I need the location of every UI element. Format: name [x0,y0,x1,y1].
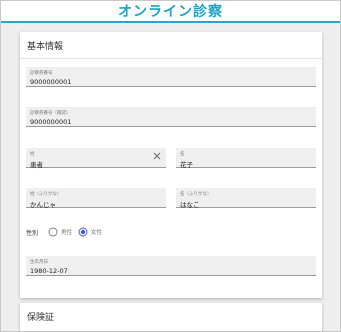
field-label: 名 [180,152,185,157]
gender-radio-female[interactable] [78,227,88,237]
gender-option-male-label: 男性 [61,230,73,236]
patient-card-number-field[interactable]: 診察券番号 9000000001 [26,67,316,87]
patient-card-number-confirm-field[interactable]: 診察券番号（確認） 9000000001 [26,107,316,127]
app-title: オンライン診察 [118,4,223,20]
gender-label: 性別 [26,230,39,237]
last-name-kana-field[interactable]: 姓（ふりがな） かんじゃ [26,188,166,209]
field-label: 生年月日 [30,260,48,265]
app-frame: オンライン診察 基本情報 診察券番号 9000000001 診察券番号（確認） … [0,0,341,332]
field-value: 患者 [30,161,43,169]
divider [20,58,322,59]
field-label: 診察券番号（確認） [30,111,71,116]
first-name-kana-field[interactable]: 名（ふりがな） はなこ [176,188,316,209]
birthdate-field[interactable]: 生年月日 1980-12-07 [26,256,316,276]
last-name-field[interactable]: 姓 患者 [26,148,166,169]
gender-option-female-label: 女性 [91,230,103,236]
gender-radio-male[interactable] [48,227,58,237]
field-value: 9000000001 [30,78,72,86]
first-name-field[interactable]: 名 花子 [176,148,316,169]
close-icon[interactable] [153,152,161,160]
basic-info-card: 基本情報 診察券番号 9000000001 診察券番号（確認） 90000000… [20,32,322,298]
field-label: 診察券番号 [30,71,53,76]
field-label: 姓 [30,152,35,157]
insurance-title: 保険証 [27,313,55,323]
field-value: 9000000001 [30,118,72,126]
field-label: 姓（ふりがな） [30,192,62,197]
field-value: かんじゃ [30,201,56,209]
basic-info-title: 基本情報 [27,42,64,52]
field-value: 花子 [180,161,193,169]
insurance-card: 保険証 [20,303,322,331]
field-value: はなこ [180,201,200,209]
field-label: 名（ふりがな） [180,192,212,197]
field-value: 1980-12-07 [30,267,68,275]
app-header: オンライン診察 [1,1,340,23]
